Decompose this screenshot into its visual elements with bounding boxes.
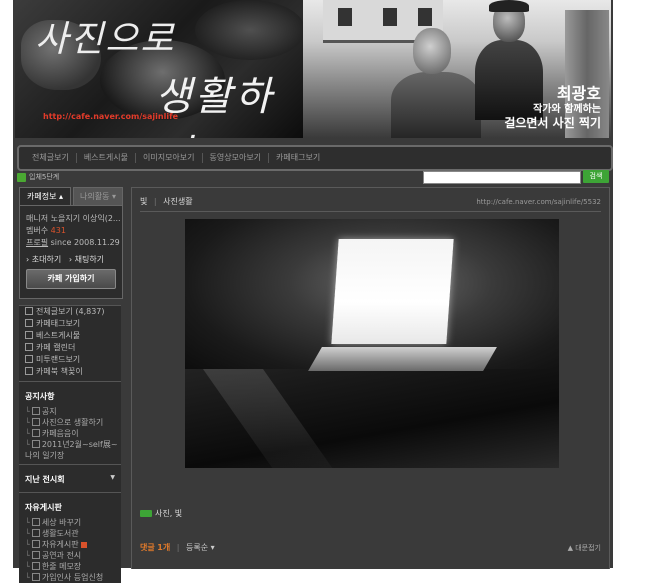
banner-photo-bowl: 사진으로 생활하기 http://cafe.naver.com/sajinlif… xyxy=(15,0,305,138)
post-category: 빛 | 사진생활 xyxy=(140,197,193,206)
tab-cafe-info[interactable]: 카페정보 ▴ xyxy=(19,187,71,206)
tag-icon xyxy=(140,510,152,517)
chat-link[interactable]: 채팅하기 xyxy=(75,255,104,264)
stage-label: 입체5단계 xyxy=(29,173,60,181)
post-url[interactable]: http://cafe.naver.com/sajinlife/5532 xyxy=(476,198,601,206)
board-icon xyxy=(31,573,40,581)
banner-person-image-2 xyxy=(473,0,543,120)
top-menu: 전체글보기 베스트게시물 이미지모아보기 동영상모아보기 카페태그보기 xyxy=(17,145,613,171)
cafe-info-box: 매니저 노을지기 이상익(2... 멤버수 431 프로필 since 2008… xyxy=(19,205,123,299)
board-icon xyxy=(31,518,40,526)
notice-item[interactable]: └ 공지 xyxy=(19,406,121,417)
free-board-section-head[interactable]: 자유게시판 xyxy=(19,496,121,517)
sidebar-link-tags[interactable]: 카페태그보기 xyxy=(19,318,121,330)
page: 사진으로 생활하기 http://cafe.naver.com/sajinlif… xyxy=(0,0,650,583)
menu-item-best-posts[interactable]: 베스트게시물 xyxy=(77,153,136,163)
sidebar-link-bookshelf[interactable]: 카페북 책꽂이 xyxy=(19,366,121,378)
since-date: since 2008.11.29 xyxy=(50,238,120,247)
all-posts-count: (4,837) xyxy=(75,307,105,316)
cafe-stage: 입체5단계 xyxy=(17,172,59,182)
banner-hand-image-2 xyxy=(195,0,305,60)
notice-item[interactable]: └ 카페음음이 xyxy=(19,428,121,439)
post-board-link[interactable]: 사진생활 xyxy=(163,197,192,206)
past-exhibit-section-head[interactable]: 지난 전시회 ▼ xyxy=(19,468,121,489)
calendar-icon xyxy=(25,343,33,351)
tag-icon xyxy=(25,319,33,327)
profile-row: 프로필 since 2008.11.29 xyxy=(26,237,120,248)
manager-value[interactable]: 노을지기 이상익(2... xyxy=(51,214,121,223)
invite-link[interactable]: 초대하기 xyxy=(32,255,61,264)
new-badge-icon xyxy=(80,542,87,548)
menu-item-tags[interactable]: 카페태그보기 xyxy=(269,153,327,163)
members-label: 멤버수 xyxy=(26,226,49,235)
stage-leaf-icon xyxy=(17,172,26,182)
board-icon xyxy=(31,429,40,437)
cafe-banner[interactable]: 사진으로 생활하기 http://cafe.naver.com/sajinlif… xyxy=(15,0,611,138)
fold-toggle[interactable]: ▲ 대문접기 xyxy=(568,543,601,553)
book-icon xyxy=(25,367,33,375)
menu-item-all-posts[interactable]: 전체글보기 xyxy=(25,153,77,163)
post-tags: 사진, 빛 xyxy=(140,508,182,519)
banner-title-line2: 생활하기 xyxy=(155,74,275,138)
banner-person-image xyxy=(391,28,481,138)
board-icon xyxy=(25,307,33,315)
comments-bar: 댓글 1개 | 등록순 ▾ xyxy=(140,543,215,552)
post-area: 빛 | 사진생활 http://cafe.naver.com/sajinlife… xyxy=(131,187,610,569)
free-board-item[interactable]: └ 공연과 전시 xyxy=(19,550,121,561)
members-row: 멤버수 431 xyxy=(26,225,66,236)
members-value: 431 xyxy=(50,226,66,235)
caret-down-icon: ▼ xyxy=(110,474,115,481)
tag-list[interactable]: 사진, 빛 xyxy=(155,508,182,519)
free-board-item[interactable]: └ 세상 바꾸기 xyxy=(19,517,121,528)
manager-row: 매니저 노을지기 이상익(2... xyxy=(26,213,121,224)
board-icon xyxy=(31,529,40,537)
sidebar: 카페정보 ▴ 나의활동 ▾ 매니저 노을지기 이상익(2... 멤버수 431 … xyxy=(17,187,123,583)
banner-subtitle-1: 작가와 함께하는 xyxy=(533,104,601,115)
board-icon xyxy=(31,440,40,448)
banner-photo-people: 최광호 작가와 함께하는 걸으면서 사진 찍기 xyxy=(303,0,611,138)
sidebar-link-metoo[interactable]: 미투랜드보기 xyxy=(19,354,121,366)
list-icon xyxy=(25,331,33,339)
chevron-right-icon: › xyxy=(68,255,73,264)
notice-item[interactable]: └ 사진으로 생활하기 xyxy=(19,417,121,428)
join-cafe-button[interactable]: 카페 가입하기 xyxy=(26,269,116,289)
chevron-right-icon: › xyxy=(26,255,30,264)
banner-subtitle-2: 걸으면서 사진 찍기 xyxy=(504,116,601,130)
search-button[interactable]: 검색 xyxy=(583,170,609,183)
sidebar-tabs: 카페정보 ▴ 나의활동 ▾ xyxy=(17,187,123,206)
comments-count[interactable]: 1개 xyxy=(157,543,170,552)
sidebar-link-calendar[interactable]: 카페 캘린더 xyxy=(19,342,121,354)
notice-section-head[interactable]: 공지사항 xyxy=(19,385,121,406)
invite-chat-row: › 초대하기 › 채팅하기 xyxy=(26,254,104,265)
board-icon xyxy=(31,407,40,415)
sort-dropdown[interactable]: 등록순 xyxy=(186,543,208,552)
board-icon xyxy=(31,540,40,548)
board-icon xyxy=(31,562,40,570)
sidebar-link-all-posts[interactable]: 전체글보기 (4,837) xyxy=(19,306,121,318)
free-board-item[interactable]: └ 가입인사 등업신청 xyxy=(19,572,121,583)
manager-label: 매니저 xyxy=(26,214,49,223)
free-board-item[interactable]: └ 자유게시판 xyxy=(19,539,121,550)
banner-title-line1: 사진으로 xyxy=(35,19,176,60)
free-board-item[interactable]: └ 생활도서관 xyxy=(19,528,121,539)
notice-item[interactable]: └ 2011년2월~self展~나의 일기장 xyxy=(19,439,121,461)
menu-item-videos[interactable]: 동영상모아보기 xyxy=(203,153,270,163)
free-board-item[interactable]: └ 한줄 메모장 xyxy=(19,561,121,572)
post-header: 빛 | 사진생활 http://cafe.naver.com/sajinlife… xyxy=(140,196,601,210)
sidebar-link-best[interactable]: 베스트게시물 xyxy=(19,330,121,342)
bubble-icon xyxy=(25,355,33,363)
post-photo[interactable] xyxy=(185,219,559,468)
post-title: 빛 xyxy=(140,197,148,206)
board-icon xyxy=(31,551,40,559)
banner-url[interactable]: http://cafe.naver.com/sajinlife xyxy=(43,112,178,121)
tab-my-activity[interactable]: 나의활동 ▾ xyxy=(73,187,123,206)
comments-label[interactable]: 댓글 xyxy=(140,543,155,552)
board-icon xyxy=(31,418,40,426)
caret-down-icon: ▾ xyxy=(210,543,215,552)
profile-link[interactable]: 프로필 xyxy=(26,238,48,247)
search-input[interactable] xyxy=(423,171,581,184)
sidebar-links: 전체글보기 (4,837) 카페태그보기 베스트게시물 카페 캘린더 미투랜드보… xyxy=(19,305,121,583)
menu-item-images[interactable]: 이미지모아보기 xyxy=(136,153,203,163)
